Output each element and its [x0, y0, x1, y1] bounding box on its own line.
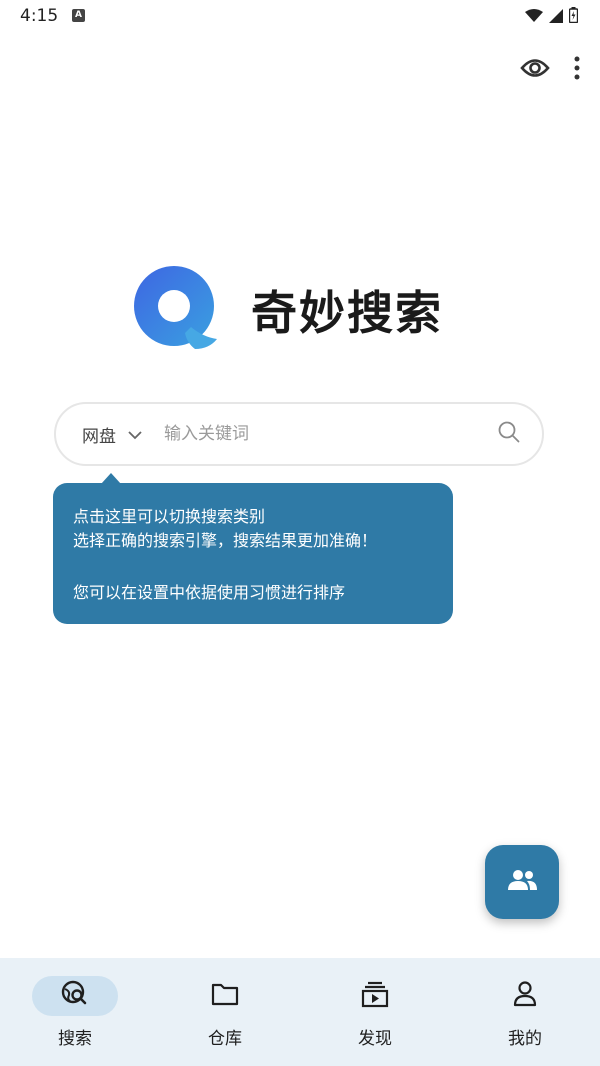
- nav-item-discover[interactable]: 发现: [300, 958, 450, 1066]
- group-icon: [506, 869, 538, 895]
- nav-pill: [32, 976, 118, 1016]
- nav-label-mine: 我的: [508, 1029, 542, 1049]
- tooltip-line-1: 点击这里可以切换搜索类别: [73, 507, 266, 526]
- nav-item-search[interactable]: 搜索: [0, 958, 150, 1066]
- wifi-icon: [525, 8, 543, 27]
- eye-icon[interactable]: [520, 57, 550, 79]
- person-icon: [513, 981, 537, 1011]
- nav-pill: [482, 976, 568, 1016]
- search-icon[interactable]: [498, 421, 520, 447]
- nav-pill: [182, 976, 268, 1016]
- community-fab-button[interactable]: [485, 845, 559, 919]
- status-icons: [525, 7, 579, 27]
- brand-header: 奇妙搜索: [133, 265, 443, 355]
- nav-label-search: 搜索: [58, 1029, 92, 1049]
- folder-icon: [211, 982, 239, 1010]
- tooltip-line-3: 您可以在设置中依据使用习惯进行排序: [73, 583, 346, 602]
- top-actions: [520, 56, 580, 80]
- video-icon: [361, 980, 389, 1012]
- more-vert-icon[interactable]: [574, 56, 580, 80]
- bottom-nav: 搜索 仓库 发现 我的: [0, 958, 600, 1066]
- search-globe-icon: [61, 980, 89, 1012]
- chevron-down-icon: [128, 425, 142, 444]
- nav-item-repository[interactable]: 仓库: [150, 958, 300, 1066]
- onboarding-tooltip: 点击这里可以切换搜索类别 选择正确的搜索引擎，搜索结果更加准确！ 您可以在设置中…: [53, 473, 453, 624]
- nav-item-mine[interactable]: 我的: [450, 958, 600, 1066]
- search-scope-dropdown[interactable]: 网盘: [82, 422, 142, 447]
- nav-pill: [332, 976, 418, 1016]
- notification-a-icon: A: [72, 9, 85, 22]
- search-input[interactable]: [162, 423, 498, 445]
- app-title: 奇妙搜索: [251, 286, 443, 340]
- search-scope-label: 网盘: [82, 426, 116, 447]
- status-bar: 4:15 A: [0, 0, 600, 34]
- signal-icon: [549, 8, 563, 27]
- nav-label-repository: 仓库: [208, 1029, 242, 1049]
- battery-icon: [568, 7, 579, 27]
- search-bar: 网盘: [54, 402, 544, 466]
- status-time: 4:15: [20, 6, 59, 26]
- tooltip-line-2: 选择正确的搜索引擎，搜索结果更加准确！: [73, 531, 378, 550]
- app-logo-icon: [133, 265, 217, 355]
- nav-label-discover: 发现: [358, 1029, 392, 1049]
